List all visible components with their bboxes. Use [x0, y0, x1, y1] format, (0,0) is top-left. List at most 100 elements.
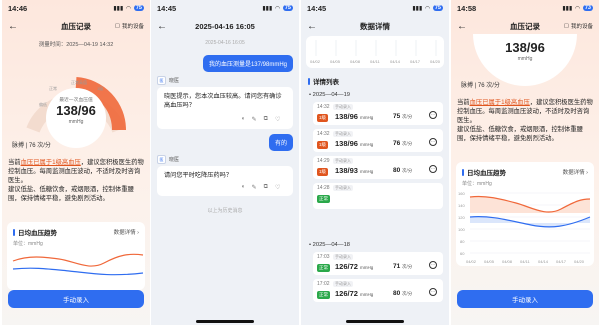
record-time: 17:02 [317, 281, 330, 287]
gauge-label-2: 正常高值 [71, 79, 87, 85]
nav-bar: ← 血压记录 ▢ 我的设备 [2, 17, 150, 35]
trend-chart [12, 253, 144, 276]
record-row[interactable]: 14:32 手动录入 1级 138/96 mmHg 75 次/分 ··· [313, 102, 443, 125]
record-row[interactable]: 17:03 手动录入 正常 126/72 mmHg 71 次/分 ··· [313, 252, 443, 275]
x-tick: 04/14 [538, 259, 549, 264]
y-tick: 100 [458, 227, 465, 232]
record-time: 14:29 [317, 158, 330, 164]
section-bar [13, 228, 15, 236]
like-icon[interactable]: ♡ [275, 116, 280, 123]
wifi-icon: ◠ [126, 5, 131, 12]
record-row[interactable]: 14:28 手动录入 正常 [313, 183, 443, 209]
history-footer: 以上为历史消息 [207, 208, 243, 214]
advice-text: 当前血压已属于1级高血压，建议您积极医生药物控制血压。每周监测血压波动，不适时及… [457, 98, 593, 143]
pulse-value: 脉搏 | 76 次/分 [12, 143, 51, 149]
back-arrow-icon[interactable]: ← [8, 21, 22, 32]
trend-more-link[interactable]: 数据详情 › [114, 228, 139, 236]
record-row[interactable]: 14:29 手动录入 1级 138/93 mmHg 80 次/分 ··· [313, 156, 443, 179]
user-message-bubble: 我的血压测量是137/98mmHg [202, 55, 293, 72]
bot-message-text-2: 请问您平时吃降压药吗？ [164, 172, 233, 179]
edit-icon[interactable]: ✎ [252, 116, 257, 123]
record-bp-unit: mmHg [360, 142, 374, 147]
more-icon[interactable]: ··· [429, 165, 437, 173]
record-level-badge: 1级 [317, 168, 329, 176]
advice-tips: 建议低盐、低糖饮食，戒烟限酒，控制体重腰围，保持情绪平稳，避免剧烈活动。 [457, 126, 583, 142]
back-arrow-icon[interactable]: ← [157, 21, 171, 32]
battery-icon: 73 [582, 5, 593, 11]
signal-icon: ▮▮▮ [412, 5, 423, 12]
record-hr-unit: 次/分 [402, 168, 413, 173]
advice-highlight[interactable]: 血压已属于1级高血压 [470, 99, 530, 106]
home-indicator [346, 320, 404, 323]
y-tick: 120 [458, 215, 465, 220]
manual-entry-button[interactable]: 手动录入 [457, 290, 593, 308]
copy-icon[interactable]: ⧉ [264, 116, 268, 123]
battery-icon: 75 [432, 5, 443, 11]
x-tick: 04/20 [574, 259, 585, 264]
advice-prefix: 当前 [457, 99, 470, 106]
more-icon[interactable]: ··· [429, 261, 437, 269]
nav-bar: ← 血压记录 ▢ 我的设备 [451, 17, 599, 35]
edit-icon[interactable]: ✎ [252, 184, 257, 191]
advice-text: 当前血压已属于1级高血压，建议您积极医生药物控制血压。每周监测血压波动，不适时及… [8, 158, 144, 203]
trend-title: 日均血压趋势 [18, 230, 57, 237]
trend-header: 日均血压趋势 数据详情 › [7, 222, 145, 237]
bot-header: 医晓医 [157, 76, 179, 85]
manual-entry-button[interactable]: 手动录入 [8, 290, 144, 308]
my-device-label: 我的设备 [121, 24, 144, 30]
record-source: 手动录入 [333, 131, 353, 137]
screen-data-detail: 14:45 ▮▮▮ ◠ 75 ← 数据详情 04/02 04/05 04/08 04… [301, 0, 449, 325]
status-indicators: ▮▮▮ ◠ 73 [562, 5, 593, 12]
message-actions: ◖ ✎ ⧉ ♡ [241, 116, 280, 123]
like-icon[interactable]: ♡ [275, 184, 280, 191]
trend-chart: 160 140 120 100 80 60 04/02 04/05 04/08 … [458, 191, 591, 264]
my-device-button[interactable]: ▢ 我的设备 [564, 22, 593, 30]
record-level-badge: 正常 [317, 291, 330, 299]
record-bp: 138/96 [335, 139, 358, 148]
more-icon[interactable]: ··· [429, 138, 437, 146]
record-hr-unit: 次/分 [402, 141, 413, 146]
my-device-button[interactable]: ▢ 我的设备 [115, 22, 144, 30]
screen-bp-record-2: 14:58 ▮▮▮ ◠ 73 ← 血压记录 ▢ 我的设备 138/96 mmHg 脉搏… [451, 0, 599, 325]
message-actions-2: ◖ ✎ ⧉ ♡ [241, 184, 280, 191]
detail-list-header: 详情列表 [308, 76, 443, 86]
speaker-icon[interactable]: ◖ [241, 184, 245, 191]
home-indicator [196, 320, 254, 323]
record-level-badge: 正常 [317, 195, 330, 203]
user-reply-bubble: 有的 [268, 134, 293, 151]
trend-more-label: 数据详情 [113, 230, 136, 236]
device-icon: ▢ [563, 23, 569, 29]
detail-list-title: 详情列表 [313, 79, 339, 86]
back-arrow-icon[interactable]: ← [457, 21, 471, 32]
record-time: 17:03 [317, 254, 330, 260]
record-row[interactable]: 17:02 手动录入 正常 126/72 mmHg 80 次/分 ··· [313, 279, 443, 302]
speaker-icon[interactable]: ◖ [241, 116, 245, 123]
trend-card: 日均血压趋势 数据详情 › 单位：mmHg [7, 222, 145, 290]
bot-avatar-icon: 医 [157, 76, 166, 85]
battery-icon: 75 [282, 5, 293, 11]
trend-more-link[interactable]: 数据详情 › [563, 168, 588, 176]
y-tick: 160 [458, 191, 465, 196]
bp-value: 138/96 [505, 40, 545, 55]
wifi-icon: ◠ [575, 5, 580, 12]
date-group-1: • 2025—04—19 [309, 92, 351, 98]
status-indicators: ▮▮▮ ◠ 75 [113, 5, 144, 12]
record-bp-unit: mmHg [360, 115, 374, 120]
status-time: 14:45 [307, 3, 327, 13]
advice-highlight[interactable]: 血压已属于1级高血压 [21, 159, 81, 166]
copy-icon[interactable]: ⧉ [264, 184, 268, 191]
x-tick: 04/05 [484, 259, 495, 264]
record-bp-unit: mmHg [360, 265, 374, 270]
y-tick: 80 [460, 239, 465, 244]
bot-message-text: 晓医提示，您本次血压较高。请问您有确诊高血压吗？ [164, 93, 282, 109]
signal-icon: ▮▮▮ [262, 5, 273, 12]
bot-name: 晓医 [169, 78, 180, 84]
more-icon[interactable]: ··· [429, 288, 437, 296]
record-hr: 80 [393, 290, 401, 297]
back-arrow-icon[interactable]: ← [307, 21, 321, 32]
record-time: 14:32 [317, 104, 330, 110]
more-icon[interactable]: ··· [429, 111, 437, 119]
record-level-badge: 1级 [317, 141, 329, 149]
record-bp: 138/93 [335, 166, 358, 175]
record-row[interactable]: 14:32 手动录入 1级 138/96 mmHg 76 次/分 ··· [313, 129, 443, 152]
